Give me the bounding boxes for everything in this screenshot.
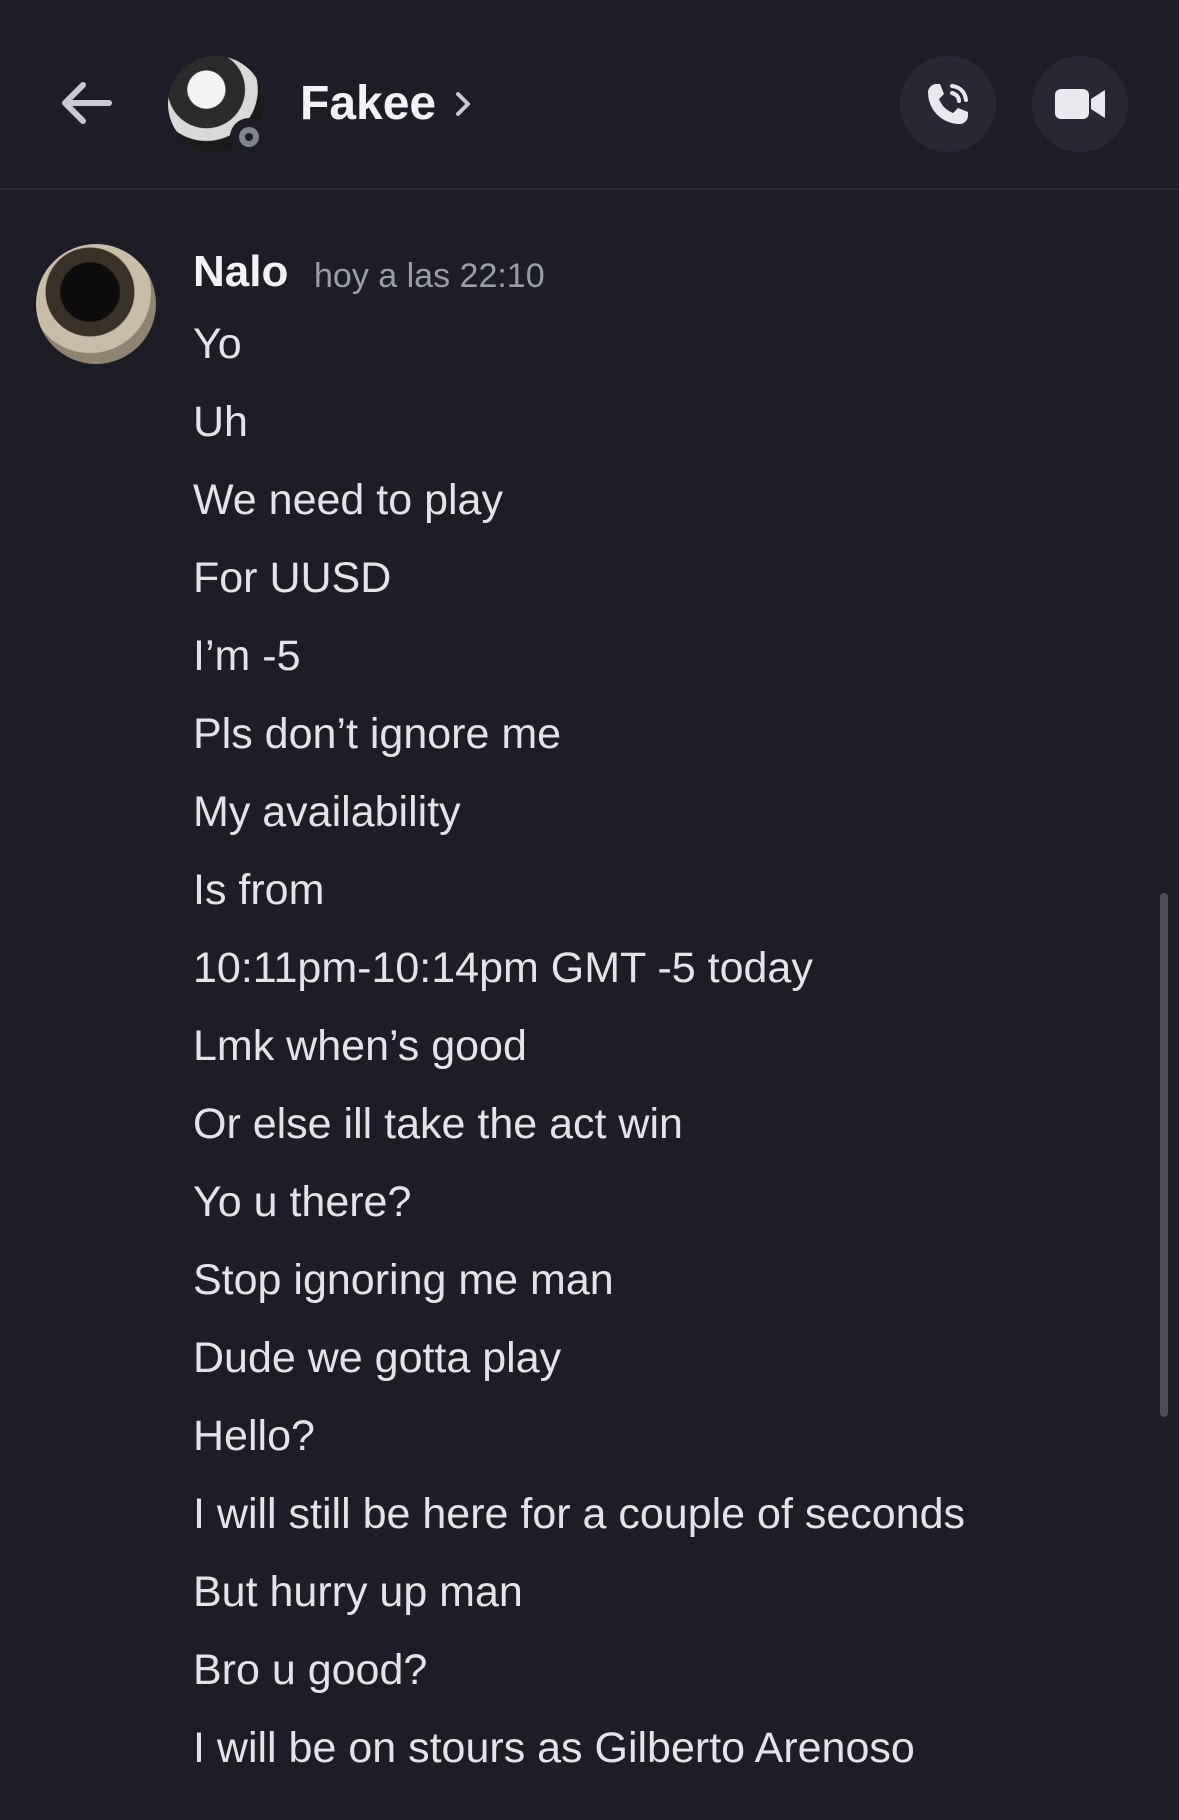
message[interactable]: We need to play xyxy=(193,470,1113,548)
offline-status-icon xyxy=(230,118,268,156)
message[interactable]: I’m -5 xyxy=(193,626,1113,704)
message[interactable]: Lmk when’s good xyxy=(193,1016,1113,1094)
message[interactable]: I will be on stours as Gilberto Arenoso xyxy=(193,1718,1113,1796)
video-call-button[interactable] xyxy=(1032,56,1128,152)
message[interactable]: 10:11pm-10:14pm GMT -5 today xyxy=(193,938,1113,1016)
dm-header: Fakee xyxy=(0,0,1179,190)
message[interactable]: Dude we gotta play xyxy=(193,1328,1113,1406)
message[interactable]: For UUSD xyxy=(193,548,1113,626)
message[interactable]: Pls don’t ignore me xyxy=(193,704,1113,782)
author-avatar[interactable] xyxy=(36,244,156,364)
message[interactable]: Stop ignoring me man xyxy=(193,1250,1113,1328)
message-timestamp: hoy a las 22:10 xyxy=(314,257,545,295)
back-button[interactable] xyxy=(52,70,118,136)
message[interactable]: I will still be here for a couple of sec… xyxy=(193,1484,1113,1562)
scrollbar[interactable] xyxy=(1160,893,1168,1417)
message-author[interactable]: Nalo xyxy=(193,246,288,298)
message[interactable]: Or else ill take the act win xyxy=(193,1094,1113,1172)
contact-avatar[interactable] xyxy=(168,56,268,156)
message[interactable]: My availability xyxy=(193,782,1113,860)
message[interactable]: Bro u good? xyxy=(193,1640,1113,1718)
message-list: Yo Uh We need to play For UUSD I’m -5 Pl… xyxy=(193,314,1113,1796)
message[interactable]: Yo u there? xyxy=(193,1172,1113,1250)
message[interactable]: But hurry up man xyxy=(193,1562,1113,1640)
message[interactable]: Is from xyxy=(193,860,1113,938)
contact-name[interactable]: Fakee xyxy=(300,76,436,132)
video-camera-icon xyxy=(1055,89,1105,119)
arrow-left-icon xyxy=(62,82,112,124)
dm-screen: Fakee Nalo hoy a las 22:10 Yo Uh We need… xyxy=(0,0,1179,1820)
voice-call-button[interactable] xyxy=(900,56,996,152)
chevron-right-icon[interactable] xyxy=(452,84,476,124)
message[interactable]: Uh xyxy=(193,392,1113,470)
message[interactable]: Yo xyxy=(193,314,1113,392)
message[interactable]: Hello? xyxy=(193,1406,1113,1484)
phone-call-icon xyxy=(928,84,968,124)
